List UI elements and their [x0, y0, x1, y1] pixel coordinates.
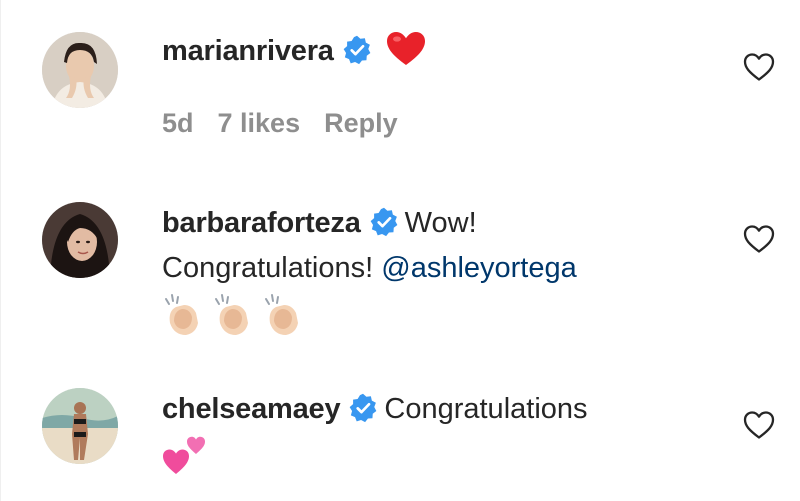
- likes-count[interactable]: 7 likes: [218, 108, 301, 138]
- timestamp[interactable]: 5d: [162, 108, 194, 138]
- red-heart-emoji: [386, 31, 426, 67]
- comment-text: Congratulations!: [162, 252, 374, 284]
- clapping-hands-emoji: [162, 293, 204, 337]
- username[interactable]: marianrivera: [162, 35, 334, 67]
- clapping-hands-emoji: [212, 293, 254, 337]
- clapping-hands-emoji: [262, 293, 304, 337]
- like-heart-icon[interactable]: [743, 410, 775, 440]
- avatar[interactable]: [42, 388, 118, 464]
- like-heart-icon[interactable]: [743, 52, 775, 82]
- verified-badge-icon: [342, 35, 372, 65]
- comment-body: marianrivera: [162, 29, 710, 74]
- avatar[interactable]: [42, 202, 118, 278]
- reply-button[interactable]: Reply: [324, 108, 398, 138]
- comment-body: chelseamaey Congratulations: [162, 387, 710, 476]
- like-heart-icon[interactable]: [743, 224, 775, 254]
- mention-link[interactable]: @ashleyortega: [381, 252, 577, 284]
- username[interactable]: chelseamaey: [162, 393, 341, 425]
- comment-text: Congratulations: [384, 393, 588, 425]
- clapping-hands-emoji-row: [162, 293, 710, 341]
- comment-body: barbaraforteza Wow! Congratulations! @ash…: [162, 201, 710, 341]
- username[interactable]: barbaraforteza: [162, 207, 361, 239]
- comment-meta: 5d 7 likes Reply: [162, 108, 422, 139]
- avatar[interactable]: [42, 32, 118, 108]
- two-hearts-emoji: [162, 432, 208, 476]
- comment-text: Wow!: [404, 207, 477, 239]
- verified-badge-icon: [369, 207, 399, 237]
- verified-badge-icon: [348, 393, 378, 423]
- divider: [0, 0, 1, 501]
